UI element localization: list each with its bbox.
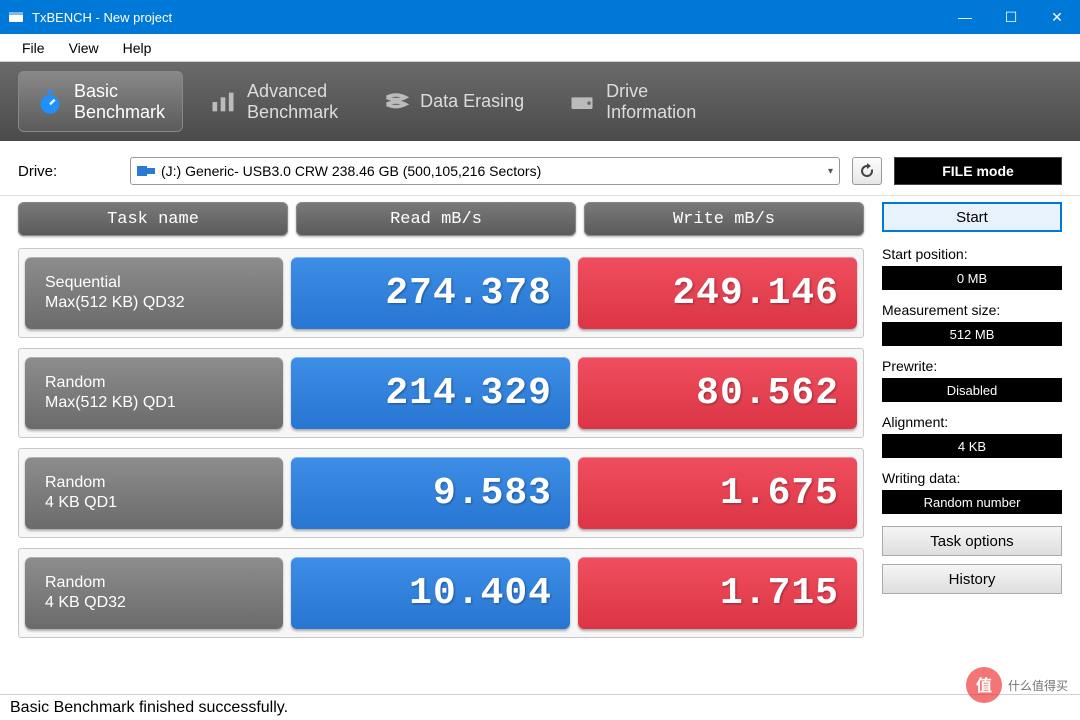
refresh-button[interactable] bbox=[852, 157, 882, 185]
tab-label: Benchmark bbox=[74, 102, 165, 122]
start-button[interactable]: Start bbox=[882, 202, 1062, 232]
alignment-value[interactable]: 4 KB bbox=[882, 434, 1062, 458]
write-value: 1.715 bbox=[720, 572, 839, 615]
window-buttons: — ☐ ✕ bbox=[942, 0, 1080, 34]
task-cell[interactable]: Random Max(512 KB) QD1 bbox=[25, 357, 283, 429]
start-position-value[interactable]: 0 MB bbox=[882, 266, 1062, 290]
drive-select[interactable]: (J:) Generic- USB3.0 CRW 238.46 GB (500,… bbox=[130, 157, 840, 185]
writing-data-value[interactable]: Random number bbox=[882, 490, 1062, 514]
menu-view[interactable]: View bbox=[57, 36, 111, 60]
write-value: 249.146 bbox=[672, 272, 839, 315]
bench-row: Random 4 KB QD32 10.404 1.715 bbox=[18, 548, 864, 638]
read-value: 9.583 bbox=[433, 472, 552, 515]
menu-help[interactable]: Help bbox=[111, 36, 164, 60]
app-icon bbox=[8, 9, 24, 25]
prewrite-value[interactable]: Disabled bbox=[882, 378, 1062, 402]
header-write: Write mB/s bbox=[584, 202, 864, 236]
tab-label: Information bbox=[606, 102, 696, 122]
file-mode-button[interactable]: FILE mode bbox=[894, 157, 1062, 185]
side-panel: Start Start position: 0 MB Measurement si… bbox=[882, 202, 1062, 648]
status-text: Basic Benchmark finished successfully. bbox=[10, 699, 288, 717]
benchmark-panel: Task name Read mB/s Write mB/s Sequentia… bbox=[18, 202, 864, 648]
content: Task name Read mB/s Write mB/s Sequentia… bbox=[0, 196, 1080, 648]
stopwatch-icon bbox=[36, 88, 64, 116]
barchart-icon bbox=[209, 88, 237, 116]
drive-label: Drive: bbox=[18, 163, 118, 180]
titlebar: TxBENCH - New project — ☐ ✕ bbox=[0, 0, 1080, 34]
watermark: 值 什么值得买 bbox=[964, 665, 1074, 710]
drive-icon bbox=[568, 88, 596, 116]
tab-label: Advanced bbox=[247, 81, 327, 101]
bench-row: Sequential Max(512 KB) QD32 274.378 249.1… bbox=[18, 248, 864, 338]
read-cell[interactable]: 274.378 bbox=[291, 257, 570, 329]
tab-label: Data Erasing bbox=[420, 91, 524, 111]
task-options-button[interactable]: Task options bbox=[882, 526, 1062, 556]
tab-label: Benchmark bbox=[247, 102, 338, 122]
svg-text:什么值得买: 什么值得买 bbox=[1008, 678, 1068, 693]
tab-data-erasing[interactable]: Data Erasing bbox=[364, 78, 542, 126]
tab-label: Basic bbox=[74, 81, 118, 101]
tab-drive-information[interactable]: DriveInformation bbox=[550, 71, 714, 132]
write-cell[interactable]: 1.675 bbox=[578, 457, 857, 529]
write-cell[interactable]: 1.715 bbox=[578, 557, 857, 629]
header-read: Read mB/s bbox=[296, 202, 576, 236]
read-cell[interactable]: 9.583 bbox=[291, 457, 570, 529]
bench-row: Random 4 KB QD1 9.583 1.675 bbox=[18, 448, 864, 538]
task-cell[interactable]: Random 4 KB QD32 bbox=[25, 557, 283, 629]
task-line1: Random bbox=[45, 474, 105, 491]
read-value: 274.378 bbox=[385, 272, 552, 315]
drive-selected: (J:) Generic- USB3.0 CRW 238.46 GB (500,… bbox=[161, 163, 541, 179]
task-cell[interactable]: Random 4 KB QD1 bbox=[25, 457, 283, 529]
device-icon bbox=[137, 164, 155, 178]
task-line2: 4 KB QD1 bbox=[45, 494, 117, 511]
menu-file[interactable]: File bbox=[10, 36, 57, 60]
task-cell[interactable]: Sequential Max(512 KB) QD32 bbox=[25, 257, 283, 329]
write-cell[interactable]: 249.146 bbox=[578, 257, 857, 329]
minimize-button[interactable]: — bbox=[942, 0, 988, 34]
write-cell[interactable]: 80.562 bbox=[578, 357, 857, 429]
read-value: 10.404 bbox=[409, 572, 552, 615]
bench-row: Random Max(512 KB) QD1 214.329 80.562 bbox=[18, 348, 864, 438]
tab-basic-benchmark[interactable]: BasicBenchmark bbox=[18, 71, 183, 132]
maximize-button[interactable]: ☐ bbox=[988, 0, 1034, 34]
svg-text:值: 值 bbox=[976, 676, 992, 695]
prewrite-label: Prewrite: bbox=[882, 358, 1062, 374]
window-title: TxBENCH - New project bbox=[32, 10, 942, 25]
history-button[interactable]: History bbox=[882, 564, 1062, 594]
status-bar: Basic Benchmark finished successfully. bbox=[0, 694, 1080, 720]
task-line1: Sequential bbox=[45, 274, 121, 291]
read-value: 214.329 bbox=[385, 372, 552, 415]
write-value: 80.562 bbox=[696, 372, 839, 415]
tabstrip: BasicBenchmark AdvancedBenchmark Data Er… bbox=[0, 62, 1080, 141]
write-value: 1.675 bbox=[720, 472, 839, 515]
header-task: Task name bbox=[18, 202, 288, 236]
task-line2: Max(512 KB) QD1 bbox=[45, 394, 176, 411]
read-cell[interactable]: 214.329 bbox=[291, 357, 570, 429]
measurement-size-value[interactable]: 512 MB bbox=[882, 322, 1062, 346]
tab-advanced-benchmark[interactable]: AdvancedBenchmark bbox=[191, 71, 356, 132]
erase-icon bbox=[382, 88, 410, 116]
task-line1: Random bbox=[45, 574, 105, 591]
refresh-icon bbox=[859, 163, 875, 179]
alignment-label: Alignment: bbox=[882, 414, 1062, 430]
read-cell[interactable]: 10.404 bbox=[291, 557, 570, 629]
close-button[interactable]: ✕ bbox=[1034, 0, 1080, 34]
task-line1: Random bbox=[45, 374, 105, 391]
menubar: File View Help bbox=[0, 34, 1080, 62]
task-line2: 4 KB QD32 bbox=[45, 594, 126, 611]
drive-row: Drive: (J:) Generic- USB3.0 CRW 238.46 G… bbox=[0, 141, 1080, 196]
writing-data-label: Writing data: bbox=[882, 470, 1062, 486]
tab-label: Drive bbox=[606, 81, 648, 101]
task-line2: Max(512 KB) QD32 bbox=[45, 294, 185, 311]
start-position-label: Start position: bbox=[882, 246, 1062, 262]
measurement-size-label: Measurement size: bbox=[882, 302, 1062, 318]
chevron-down-icon: ▾ bbox=[828, 166, 833, 177]
